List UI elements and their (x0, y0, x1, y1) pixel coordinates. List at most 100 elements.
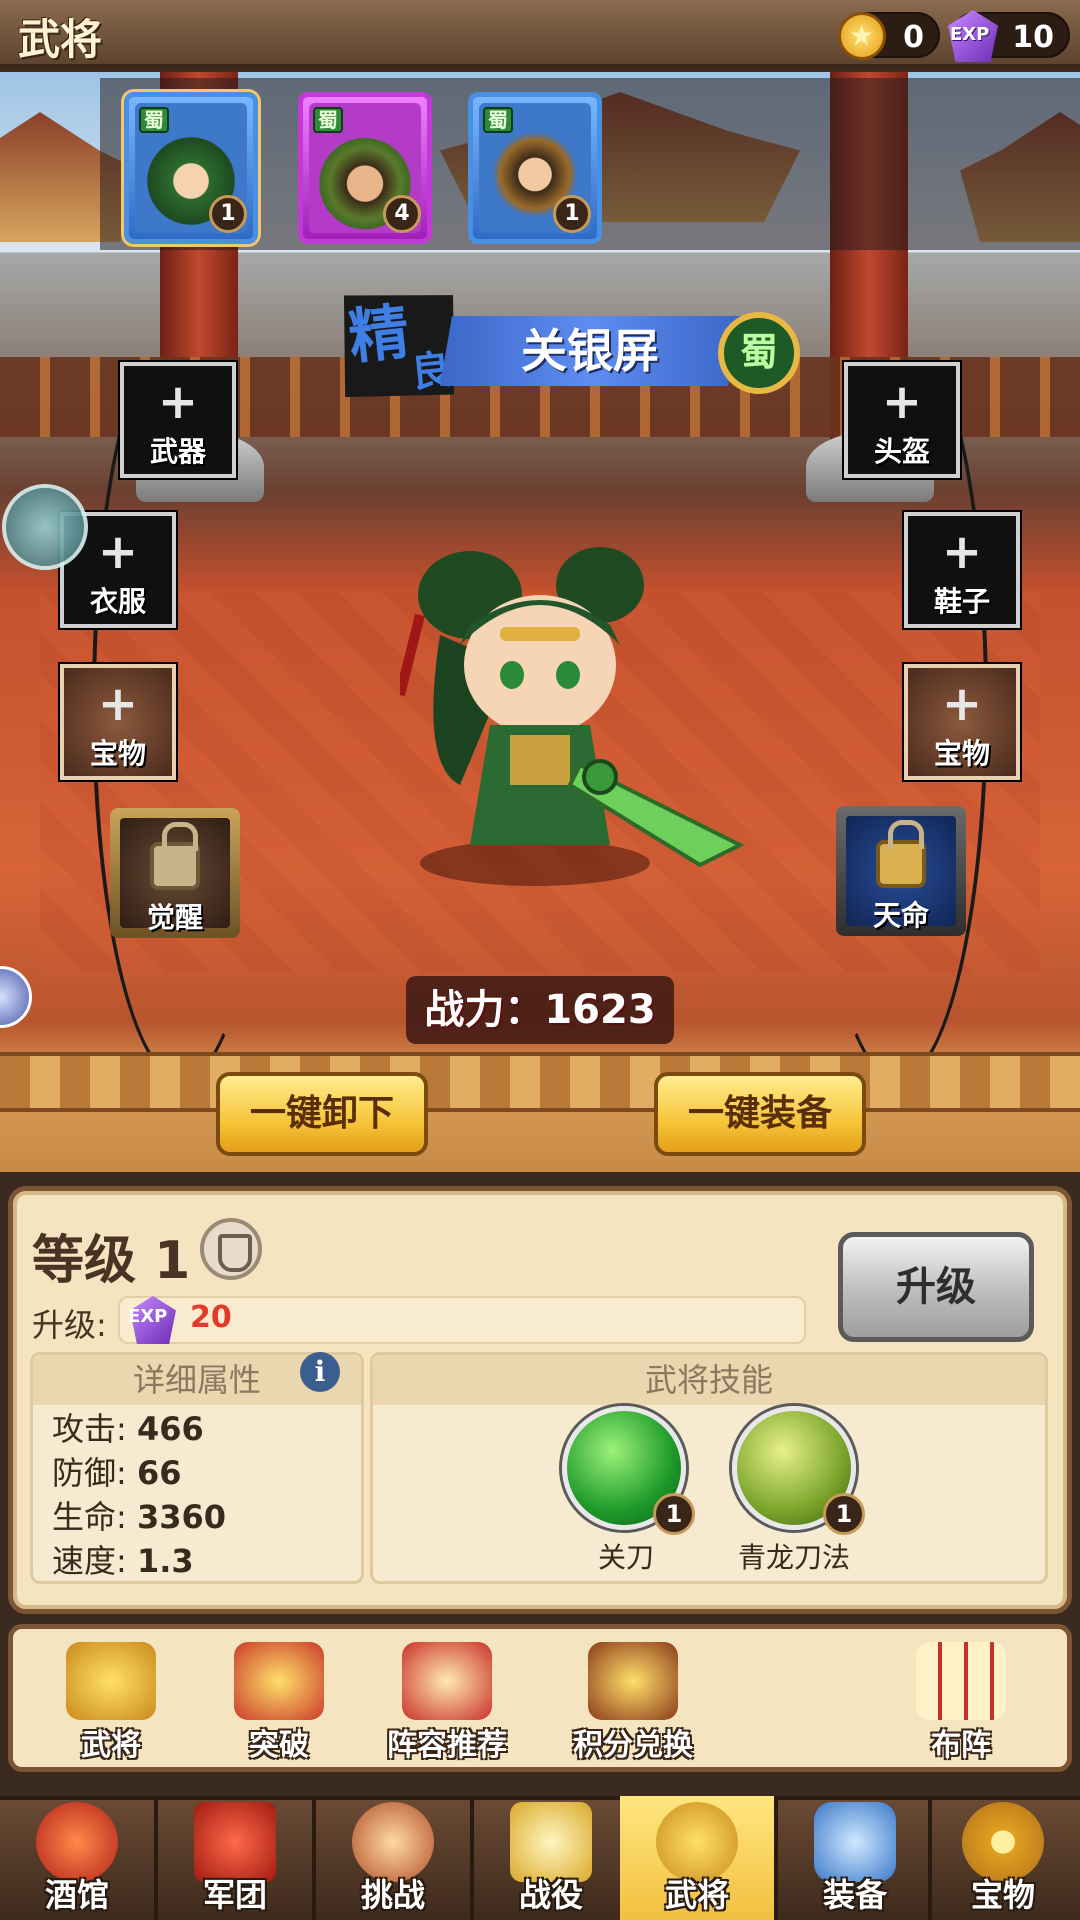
function-breakthrough[interactable]: 突破 (204, 1640, 354, 1764)
stat-label: 生命: (52, 1498, 127, 1536)
ribbon (400, 613, 425, 697)
hero-name-banner: 关银屏 (440, 316, 740, 386)
slot-weapon[interactable]: + 武器 (118, 360, 238, 480)
function-label: 布阵 (931, 1728, 991, 1763)
slot-label: 觉醒 (146, 901, 203, 934)
stat-label: 攻击: (52, 1410, 127, 1448)
nav-treasure[interactable]: 宝物 (926, 1796, 1080, 1920)
skill-qinglong-blade[interactable]: 1 (732, 1406, 865, 1535)
faction-tag: 蜀 (483, 107, 513, 133)
slot-treasure-right[interactable]: + 宝物 (902, 662, 1022, 782)
top-bar: 武将 0 EXP 10 (0, 0, 1080, 68)
skill-level-badge: 1 (653, 1493, 695, 1535)
eye-left (500, 661, 524, 689)
nav-label: 装备 (822, 1876, 887, 1914)
stat-defense: 防御: 66 (52, 1448, 182, 1494)
unequip-all-button[interactable]: 一键卸下 (216, 1072, 428, 1156)
skill-guandao[interactable]: 1 (562, 1406, 695, 1535)
nav-label: 酒馆 (44, 1876, 109, 1914)
grade-badge: 精 良 (335, 284, 464, 406)
nav-generals[interactable]: 武将 (620, 1796, 774, 1920)
stat-speed: 速度: 1.3 (52, 1536, 194, 1582)
hero-card-1[interactable]: 蜀 1 (124, 92, 258, 244)
skill-name: 青龙刀法 (737, 1541, 850, 1574)
stat-label: 速度: (52, 1542, 127, 1580)
nav-equipment[interactable]: 装备 (778, 1796, 932, 1920)
skills-header: 武将技能 (373, 1355, 1045, 1405)
equip-all-button[interactable]: 一键装备 (654, 1072, 866, 1156)
general-helmet-icon (66, 1642, 156, 1720)
skill-level-badge: 1 (823, 1493, 865, 1535)
nav-label: 宝物 (970, 1876, 1035, 1914)
info-icon[interactable]: i (300, 1352, 340, 1392)
hero-card-2[interactable]: 蜀 4 (298, 92, 432, 244)
slot-label: 武器 (149, 435, 206, 468)
plus-icon: + (941, 524, 983, 580)
lock-icon (876, 820, 926, 888)
breakthrough-star-icon (234, 1642, 324, 1720)
lock-icon (150, 822, 200, 890)
hero-figure (400, 547, 745, 868)
headband (500, 627, 580, 641)
floor-border (0, 1052, 1080, 1112)
faction-tag: 蜀 (139, 107, 169, 133)
stat-value: 1.3 (136, 1542, 194, 1580)
slot-label: 衣服 (89, 585, 146, 618)
function-label: 积分兑换 (573, 1728, 693, 1763)
slot-helmet[interactable]: + 头盔 (842, 360, 962, 480)
slot-treasure-left[interactable]: + 宝物 (58, 662, 178, 782)
formation-board-icon (916, 1642, 1006, 1720)
function-formation[interactable]: 布阵 (886, 1640, 1036, 1764)
nav-label: 军团 (202, 1876, 267, 1914)
rank-shield-icon[interactable] (200, 1218, 262, 1280)
upgrade-label: 升级: (32, 1306, 107, 1344)
exp-icon-label: EXP (128, 1306, 168, 1327)
slot-label: 头盔 (873, 435, 930, 468)
function-lineup-recommend[interactable]: 阵容推荐 (372, 1640, 522, 1764)
faction-badge: 蜀 (718, 312, 800, 394)
thumbs-up-board-icon (402, 1642, 492, 1720)
hero-level-badge: 1 (209, 195, 247, 233)
app-root: 武将 0 EXP 10 蜀 1 蜀 4 (0, 0, 1080, 1920)
exp-value: 10 (1012, 20, 1054, 55)
function-label: 阵容推荐 (387, 1728, 507, 1763)
hero-name: 关银屏 (521, 324, 659, 378)
skill-name: 关刀 (597, 1541, 654, 1574)
plus-icon: + (941, 676, 983, 732)
function-generals[interactable]: 武将 (36, 1640, 186, 1764)
power-label: 战力： (424, 987, 545, 1033)
slot-label: 天命 (872, 899, 929, 932)
nav-legion[interactable]: 军团 (158, 1796, 312, 1920)
view-3d-icon[interactable] (2, 484, 88, 570)
function-label: 武将 (81, 1728, 141, 1763)
exp-counter[interactable]: EXP 10 (948, 10, 1070, 62)
page-title: 武将 (18, 15, 103, 64)
stat-label: 防御: (52, 1454, 127, 1492)
function-points-exchange[interactable]: 积分兑换 (558, 1640, 708, 1764)
stat-value: 3360 (136, 1498, 227, 1536)
combat-power: 战力：1623 (406, 976, 674, 1044)
hero-card-3[interactable]: 蜀 1 (468, 92, 602, 244)
nav-label: 武将 (664, 1876, 729, 1914)
level-title: 等级 1 (32, 1231, 191, 1291)
gold-coin-icon (838, 12, 886, 60)
slot-shoes[interactable]: + 鞋子 (902, 510, 1022, 630)
slot-label: 鞋子 (933, 585, 990, 618)
guandao-ring (582, 759, 618, 795)
upgrade-cost: 20 (190, 1300, 232, 1335)
gold-counter[interactable]: 0 (838, 12, 940, 60)
function-label: 突破 (249, 1728, 309, 1763)
nav-label: 战役 (518, 1876, 583, 1914)
exp-icon-label: EXP (950, 24, 990, 45)
upgrade-button[interactable]: 升级 (838, 1232, 1034, 1342)
nav-challenge[interactable]: 挑战 (316, 1796, 470, 1920)
nav-tavern[interactable]: 酒馆 (0, 1796, 154, 1920)
slot-destiny[interactable]: 天命 (836, 806, 966, 936)
eye-right (556, 661, 580, 689)
hero-level-badge: 4 (383, 195, 421, 233)
hero-level-badge: 1 (553, 195, 591, 233)
slot-awaken[interactable]: 觉醒 (110, 808, 240, 938)
nav-label: 挑战 (360, 1876, 425, 1914)
nav-campaign[interactable]: 战役 (474, 1796, 628, 1920)
grade-char-1: 精 (345, 297, 413, 373)
